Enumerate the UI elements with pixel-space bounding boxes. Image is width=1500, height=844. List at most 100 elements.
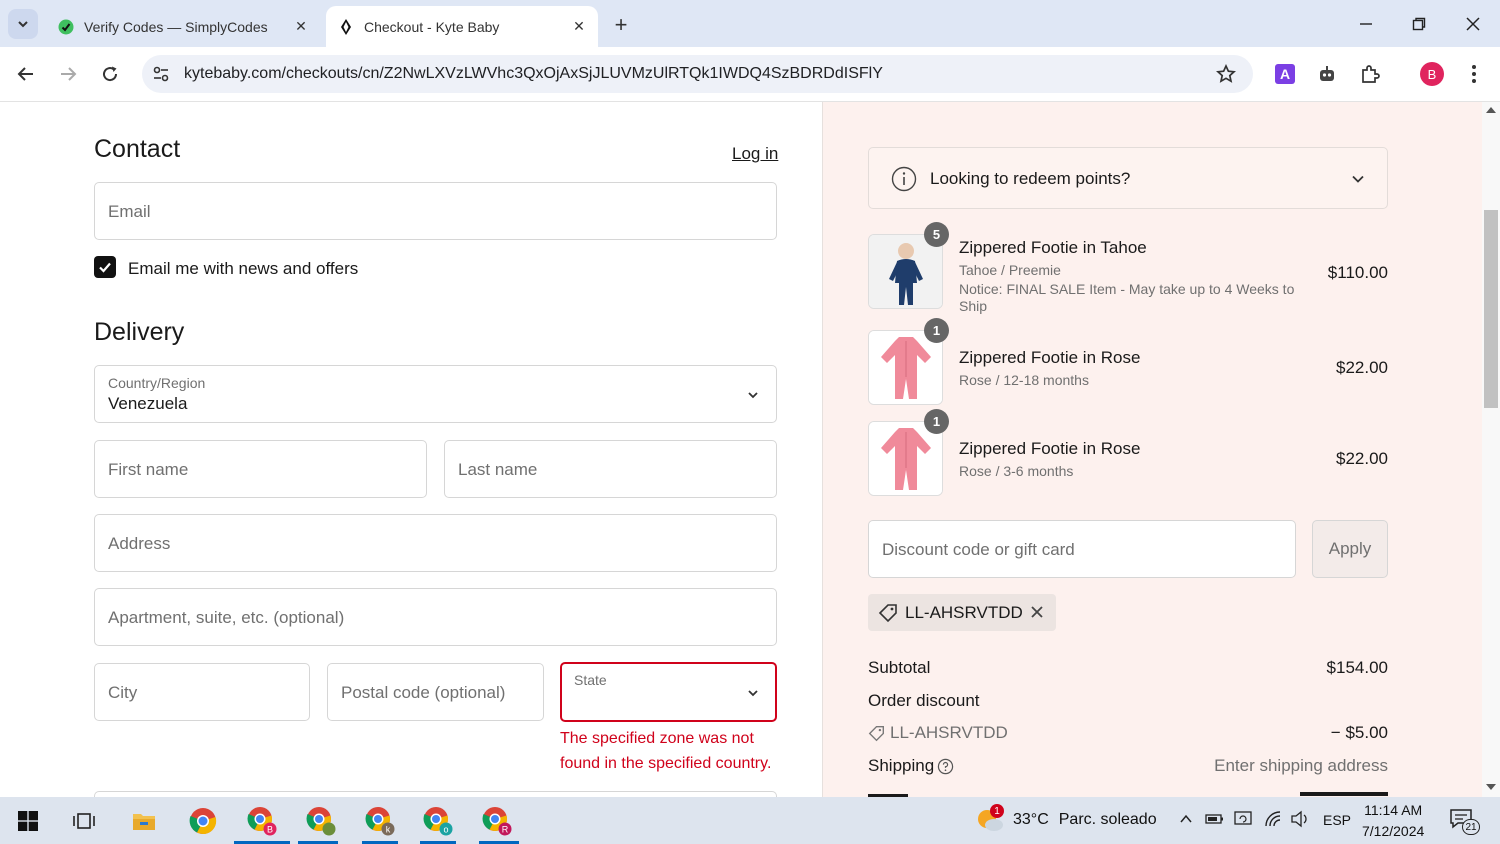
back-icon[interactable]	[12, 60, 40, 88]
volume-icon[interactable]	[1290, 810, 1310, 831]
simplycodes-favicon-icon	[58, 19, 74, 35]
last-name-placeholder: Last name	[458, 460, 538, 479]
discount-code-field[interactable]: Discount code or gift card	[868, 520, 1296, 578]
browser-toolbar: kytebaby.com/checkouts/cn/Z2NwLXVzLWVhc3…	[0, 47, 1500, 102]
system-clock[interactable]: 11:14 AM 7/12/2024	[1362, 800, 1424, 842]
weather-widget[interactable]: 1 33°C Parc. soleado	[975, 804, 1157, 833]
clock-time: 11:14 AM	[1364, 802, 1423, 818]
windows-taskbar: B k o R 1 33°C Parc. soleado ESP 11:14 A…	[0, 797, 1500, 844]
tab-kyte-checkout[interactable]: Checkout - Kyte Baby ✕	[326, 6, 598, 47]
first-name-placeholder: First name	[108, 460, 189, 479]
item-variant: Tahoe / Preemie	[959, 262, 1061, 278]
delivery-heading: Delivery	[94, 318, 185, 346]
forward-icon[interactable]	[54, 60, 82, 88]
shipping-row: Shipping Enter shipping address	[868, 756, 1388, 776]
minimize-icon[interactable]	[1352, 10, 1380, 38]
address-field[interactable]: Address	[94, 514, 777, 572]
url-text[interactable]: kytebaby.com/checkouts/cn/Z2NwLXVzLWVhc3…	[184, 65, 883, 83]
login-link[interactable]: Log in	[732, 144, 778, 164]
page-scrollbar[interactable]	[1482, 102, 1500, 797]
extension-a-icon[interactable]: A	[1273, 62, 1297, 86]
line-item: 5 Zippered Footie in Tahoe Tahoe / Preem…	[868, 222, 1388, 314]
svg-text:R: R	[502, 825, 509, 835]
email-field[interactable]: Email	[94, 182, 777, 240]
item-price: $110.00	[1327, 263, 1388, 282]
apartment-field[interactable]: Apartment, suite, etc. (optional)	[94, 588, 777, 646]
info-icon	[891, 166, 917, 192]
checkout-form: Contact Log in Email Email me with news …	[0, 102, 822, 797]
item-variant: Rose / 12-18 months	[959, 372, 1089, 388]
browser-menu-icon[interactable]	[1462, 62, 1486, 86]
chrome-icon[interactable]	[185, 803, 221, 839]
newsletter-checkbox[interactable]	[94, 256, 116, 278]
windows-start-icon[interactable]	[10, 803, 46, 839]
last-name-field[interactable]: Last name	[444, 440, 777, 498]
display-icon[interactable]	[1234, 810, 1254, 831]
chrome-profile-r-icon[interactable]: R	[479, 803, 515, 839]
country-value: Venezuela	[108, 394, 188, 413]
shipping-value: Enter shipping address	[1214, 756, 1388, 775]
extension-robot-icon[interactable]	[1315, 62, 1339, 86]
order-discount-label: Order discount	[868, 691, 980, 710]
help-icon[interactable]	[937, 758, 954, 775]
scroll-down-icon[interactable]	[1486, 784, 1496, 790]
subtotal-label: Subtotal	[868, 658, 931, 677]
task-view-icon[interactable]	[66, 803, 102, 839]
extensions-puzzle-icon[interactable]	[1358, 62, 1382, 86]
checkmark-icon	[99, 262, 111, 273]
chrome-profile-b-icon[interactable]: B	[244, 803, 280, 839]
weather-badge: 1	[990, 804, 1004, 818]
new-tab-button[interactable]: +	[608, 12, 634, 38]
weather-sun-icon: 1	[975, 804, 1005, 833]
reload-icon[interactable]	[96, 60, 124, 88]
chevron-down-icon	[748, 690, 758, 697]
bookmark-star-icon[interactable]	[1215, 63, 1237, 85]
redeem-points-dropdown[interactable]: Looking to redeem points?	[868, 147, 1388, 209]
scroll-up-icon[interactable]	[1486, 107, 1496, 113]
contact-heading: Contact	[94, 135, 181, 163]
tab-search-button[interactable]	[8, 9, 38, 39]
item-name: Zippered Footie in Rose	[959, 439, 1141, 458]
scrollbar-thumb[interactable]	[1484, 210, 1498, 408]
wifi-icon[interactable]	[1264, 810, 1282, 831]
restore-icon[interactable]	[1405, 10, 1433, 38]
first-name-field[interactable]: First name	[94, 440, 427, 498]
chrome-profile-k-icon[interactable]: k	[362, 803, 398, 839]
browser-tab-bar: Verify Codes — SimplyCodes ✕ Checkout - …	[0, 0, 1500, 47]
tag-icon	[878, 604, 897, 623]
city-field[interactable]: City	[94, 663, 310, 721]
state-select[interactable]: State	[560, 662, 777, 722]
chrome-profile-o-icon[interactable]: o	[420, 803, 456, 839]
shipping-label: Shipping	[868, 756, 935, 775]
quantity-badge: 5	[924, 222, 949, 247]
tab-title: Checkout - Kyte Baby	[364, 18, 500, 35]
postal-code-field[interactable]: Postal code (optional)	[327, 663, 544, 721]
quantity-badge: 1	[924, 409, 949, 434]
chevron-up-icon[interactable]	[1179, 812, 1193, 829]
tag-icon	[868, 726, 884, 742]
weather-description: Parc. soleado	[1058, 811, 1157, 828]
notification-icon[interactable]: 21	[1450, 809, 1480, 835]
file-explorer-icon[interactable]	[126, 803, 162, 839]
order-summary: Looking to redeem points? 5 Zippered Foo…	[822, 102, 1482, 797]
address-bar[interactable]: kytebaby.com/checkouts/cn/Z2NwLXVzLWVhc3…	[142, 55, 1253, 93]
apply-button[interactable]: Apply	[1312, 520, 1388, 578]
tab-simplycodes[interactable]: Verify Codes — SimplyCodes ✕	[46, 6, 320, 47]
battery-icon[interactable]	[1205, 812, 1225, 829]
notification-count: 21	[1462, 819, 1480, 835]
chrome-profile-2-icon[interactable]	[303, 803, 339, 839]
language-indicator[interactable]: ESP	[1323, 812, 1351, 828]
close-tab-icon[interactable]: ✕	[290, 16, 312, 38]
close-window-icon[interactable]	[1459, 10, 1487, 38]
country-select[interactable]: Country/Region Venezuela	[94, 365, 777, 423]
close-tab-icon[interactable]: ✕	[568, 16, 590, 38]
discount-placeholder: Discount code or gift card	[882, 540, 1075, 559]
chevron-down-icon	[18, 21, 28, 28]
item-variant: Rose / 3-6 months	[959, 463, 1074, 479]
clock-date: 7/12/2024	[1362, 823, 1425, 839]
profile-avatar[interactable]: B	[1420, 62, 1444, 86]
discount-value: − $5.00	[1330, 723, 1388, 742]
chevron-down-icon	[1352, 175, 1364, 183]
site-info-icon[interactable]	[150, 63, 172, 85]
remove-discount-icon[interactable]	[1028, 603, 1046, 621]
